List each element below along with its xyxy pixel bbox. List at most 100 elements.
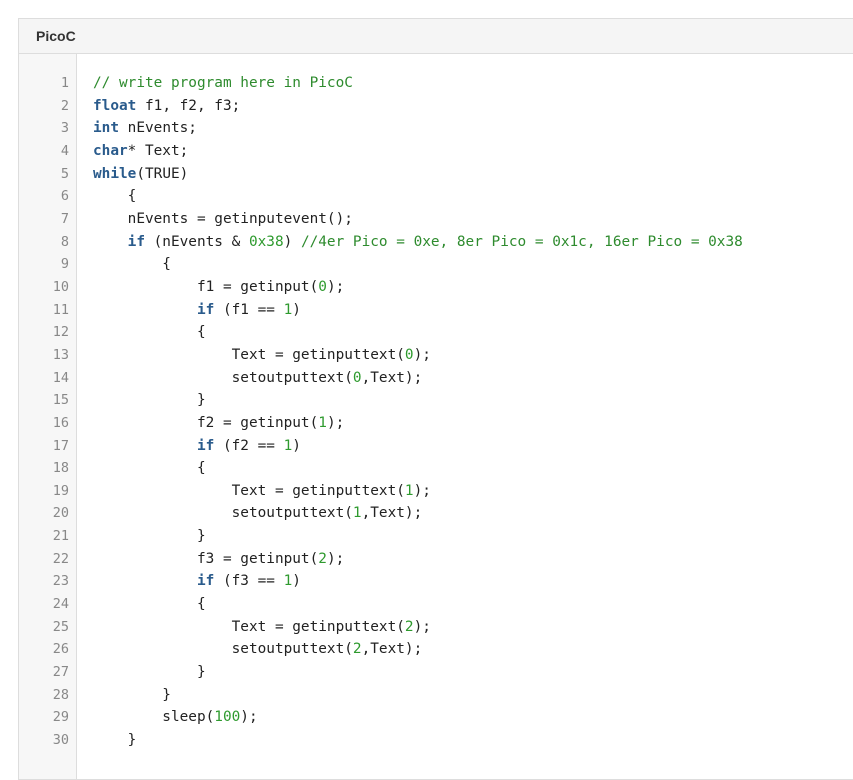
code-token: }: [93, 528, 206, 545]
code-token: setoutputtext(: [93, 505, 353, 522]
code-token: {: [93, 324, 206, 341]
line-number: 4: [60, 142, 69, 159]
code-token: nEvents;: [119, 120, 197, 137]
code-line[interactable]: 24 {: [19, 593, 853, 616]
number-token: 0: [404, 346, 414, 363]
code-token: Text = getinputtext(: [93, 482, 405, 499]
code-token: (f1 ==: [214, 301, 284, 318]
code-token: Text = getinputtext(: [93, 346, 405, 363]
code-line[interactable]: 8 if (nEvents & 0x38) //4er Pico = 0xe, …: [19, 231, 853, 254]
code-token: {: [93, 596, 206, 613]
code-line[interactable]: 14 setoutputtext(0,Text);: [19, 367, 853, 390]
line-number: 1: [60, 75, 69, 91]
line-number: 17: [52, 437, 69, 454]
code-line[interactable]: 25 Text = getinputtext(2);: [19, 616, 853, 639]
number-token: 0: [318, 278, 327, 295]
code-token: * Text;: [127, 142, 189, 159]
code-token: ): [292, 301, 301, 318]
code-line[interactable]: 17 if (f2 == 1): [19, 435, 853, 458]
number-token: 2: [318, 550, 327, 567]
code-token: );: [413, 618, 431, 635]
line-number: 21: [52, 528, 69, 545]
number-token: 1: [404, 482, 414, 499]
code-token: }: [93, 686, 171, 703]
code-line[interactable]: 7 nEvents = getinputevent();: [19, 208, 853, 231]
code-token: f1 = getinput(: [93, 278, 319, 295]
code-line[interactable]: 12 {: [19, 321, 853, 344]
keyword-token: if: [196, 301, 215, 318]
line-number: 2: [60, 97, 69, 114]
code-text: {: [93, 185, 137, 208]
code-token: sleep(: [93, 709, 215, 726]
code-token: );: [240, 709, 258, 726]
code-line[interactable]: 4 char* Text;: [19, 140, 853, 163]
code-token: (f2 ==: [214, 437, 284, 454]
code-lines[interactable]: 1 // write program here in PicoC 2 float f1…: [19, 72, 853, 752]
code-token: {: [93, 188, 137, 205]
code-line[interactable]: 29 sleep(100);: [19, 706, 853, 729]
code-text: // write program here in PicoC: [93, 72, 353, 95]
code-line[interactable]: 26 setoutputtext(2,Text);: [19, 638, 853, 661]
picoc-panel: PicoC 1 // write program here in PicoC 2 fl…: [18, 18, 853, 780]
code-line[interactable]: 10 f1 = getinput(0);: [19, 276, 853, 299]
code-line[interactable]: 16 f2 = getinput(1);: [19, 412, 853, 435]
code-token: );: [413, 482, 431, 499]
number-token: 2: [352, 641, 362, 658]
code-line[interactable]: 6 {: [19, 185, 853, 208]
code-line[interactable]: 22 f3 = getinput(2);: [19, 548, 853, 571]
line-number: 12: [52, 324, 69, 341]
code-token: nEvents = getinputevent();: [93, 210, 353, 227]
code-text: nEvents = getinputevent();: [93, 208, 353, 231]
line-number: 30: [52, 732, 69, 749]
number-token: 2: [404, 618, 414, 635]
code-token: );: [326, 550, 345, 567]
number-token: 1: [352, 505, 362, 522]
code-text: if (f3 == 1): [93, 570, 301, 593]
code-line[interactable]: 20 setoutputtext(1,Text);: [19, 502, 853, 525]
comment-token: //4er Pico = 0xe, 8er Pico = 0x1c, 16er …: [300, 233, 743, 250]
code-line[interactable]: 13 Text = getinputtext(0);: [19, 344, 853, 367]
code-line[interactable]: 3 int nEvents;: [19, 117, 853, 140]
code-line[interactable]: 23 if (f3 == 1): [19, 570, 853, 593]
line-number: 11: [52, 301, 69, 318]
code-line[interactable]: 11 if (f1 == 1): [19, 299, 853, 322]
code-line[interactable]: 21 }: [19, 525, 853, 548]
keyword-token: if: [196, 437, 215, 454]
code-line[interactable]: 15 }: [19, 389, 853, 412]
line-number: 5: [60, 165, 69, 182]
code-line[interactable]: 27 }: [19, 661, 853, 684]
line-number: 15: [52, 392, 69, 409]
code-token: );: [326, 278, 345, 295]
code-line[interactable]: 9 {: [19, 253, 853, 276]
code-text: char* Text;: [93, 140, 188, 163]
code-token: ,Text);: [361, 505, 423, 522]
number-token: 0x38: [248, 233, 284, 250]
code-line[interactable]: 5 while(TRUE): [19, 163, 853, 186]
code-token: }: [93, 664, 206, 681]
number-token: 100: [214, 709, 241, 726]
number-token: 0: [352, 369, 362, 386]
code-token: ,Text);: [361, 369, 423, 386]
code-text: }: [93, 661, 206, 684]
keyword-token: if: [127, 233, 145, 250]
line-number: 27: [52, 664, 69, 681]
code-line[interactable]: 2 float f1, f2, f3;: [19, 95, 853, 118]
code-text: }: [93, 389, 206, 412]
code-token: Text = getinputtext(: [93, 618, 405, 635]
line-number: 6: [60, 188, 69, 205]
code-line[interactable]: 1 // write program here in PicoC: [19, 72, 853, 95]
comment-token: // write program here in PicoC: [93, 75, 353, 91]
line-number: 29: [52, 709, 69, 726]
code-token: );: [326, 414, 345, 431]
code-line[interactable]: 18 {: [19, 457, 853, 480]
code-token: {: [93, 256, 171, 273]
code-editor[interactable]: 1 // write program here in PicoC 2 float f1…: [19, 54, 853, 779]
line-number: 26: [52, 641, 69, 658]
code-line[interactable]: 28 }: [19, 684, 853, 707]
code-line[interactable]: 30 }: [19, 729, 853, 752]
code-token: );: [413, 346, 431, 363]
code-text: f3 = getinput(2);: [93, 548, 344, 571]
code-line[interactable]: 19 Text = getinputtext(1);: [19, 480, 853, 503]
panel-header: PicoC: [19, 19, 853, 54]
